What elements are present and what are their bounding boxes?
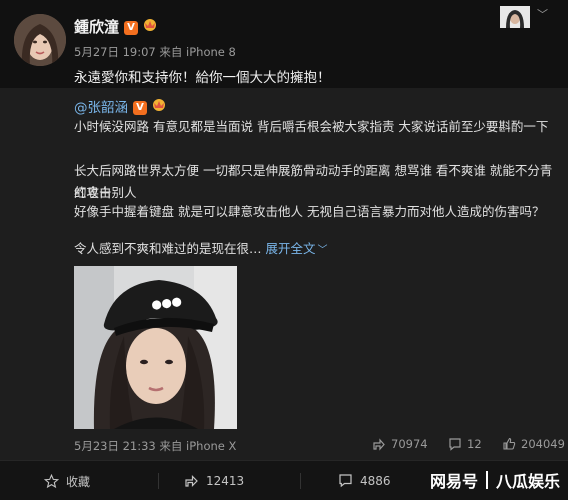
chevron-down-icon[interactable]: ﹀ <box>537 6 548 22</box>
expand-full-text-link[interactable]: 展开全文 ﹀ <box>266 241 328 256</box>
like-count-value: 204049 <box>521 437 565 451</box>
truncated-text: 令人感到不爽和难过的是现在很… <box>74 241 262 256</box>
repost-button[interactable]: 12413 <box>184 473 244 488</box>
verified-icon: V <box>124 21 139 35</box>
repost-button-count[interactable]: 12413 <box>206 474 244 488</box>
repost-count[interactable]: 70974 <box>372 437 428 451</box>
watermark-left: 网易号 <box>429 472 478 491</box>
chevron-down-icon[interactable]: ﹀ <box>318 245 328 256</box>
repost-paragraph: 小时候没网路 有意见都是当面说 背后嚼舌根会被大家指责 大家说话前至少要斟酌一下 <box>74 119 549 134</box>
watermark: 网易号 八瓜娱乐 <box>430 462 560 498</box>
favorite-button[interactable]: 收藏 <box>44 473 90 490</box>
watermark-right: 八瓜娱乐 <box>495 472 560 491</box>
comment-count-value: 12 <box>467 437 482 451</box>
post-meta: 5月27日 19:07 来自 iPhone 8 <box>74 45 236 59</box>
share-icon <box>373 438 385 451</box>
crown-icon <box>153 99 165 111</box>
repost-count-value: 70974 <box>391 437 428 451</box>
post-text: 永遠愛你和支持你！給你一個大大的擁抱！ <box>74 70 331 86</box>
author-avatar[interactable] <box>14 14 66 66</box>
repost-footer: 5月23日 21:33 来自 iPhone X 70974 12 204049 <box>0 434 568 456</box>
repost-meta: 5月23日 21:33 来自 iPhone X <box>74 439 237 453</box>
comment-button[interactable]: 4886 <box>338 473 391 488</box>
comment-icon <box>449 438 461 451</box>
watermark-separator <box>485 471 488 489</box>
verified-icon: V <box>133 101 147 115</box>
original-author-text[interactable]: @张韶涵 <box>74 100 128 116</box>
divider <box>158 473 159 489</box>
comment-button-count[interactable]: 4886 <box>360 474 391 488</box>
favorite-label[interactable]: 收藏 <box>66 473 90 490</box>
like-count[interactable]: 204049 <box>502 437 565 451</box>
user-avatar-small[interactable] <box>500 6 530 28</box>
crown-icon <box>144 19 157 31</box>
original-author[interactable]: @张韶涵 V <box>74 96 167 116</box>
weibo-post: 鍾欣潼 V 5月27日 19:07 来自 iPhone 8 永遠愛你和支持你！給你… <box>0 0 568 500</box>
author-name-text[interactable]: 鍾欣潼 <box>74 18 119 36</box>
reposted-card[interactable]: @张韶涵 V 小时候没网路 有意见都是当面说 背后嚼舌根会被大家指责 大家说话前至… <box>0 88 568 460</box>
author-name[interactable]: 鍾欣潼 V <box>74 16 158 37</box>
repost-paragraph: 好像手中握着键盘 就是可以肆意攻击他人 无视自己语言暴力而对他人造成的伤害吗？ <box>74 204 545 219</box>
expand-label[interactable]: 展开全文 <box>266 241 316 256</box>
share-icon <box>185 475 198 487</box>
comment-icon <box>339 474 352 488</box>
thumbs-up-icon <box>503 437 516 450</box>
repost-paragraph-truncated: 令人感到不爽和难过的是现在很… 展开全文 ﹀ <box>74 238 554 262</box>
comment-count[interactable]: 12 <box>448 437 482 451</box>
post-photo[interactable]: ⬤⬤⬤ <box>74 266 237 429</box>
divider <box>300 473 301 489</box>
star-icon <box>44 474 59 489</box>
